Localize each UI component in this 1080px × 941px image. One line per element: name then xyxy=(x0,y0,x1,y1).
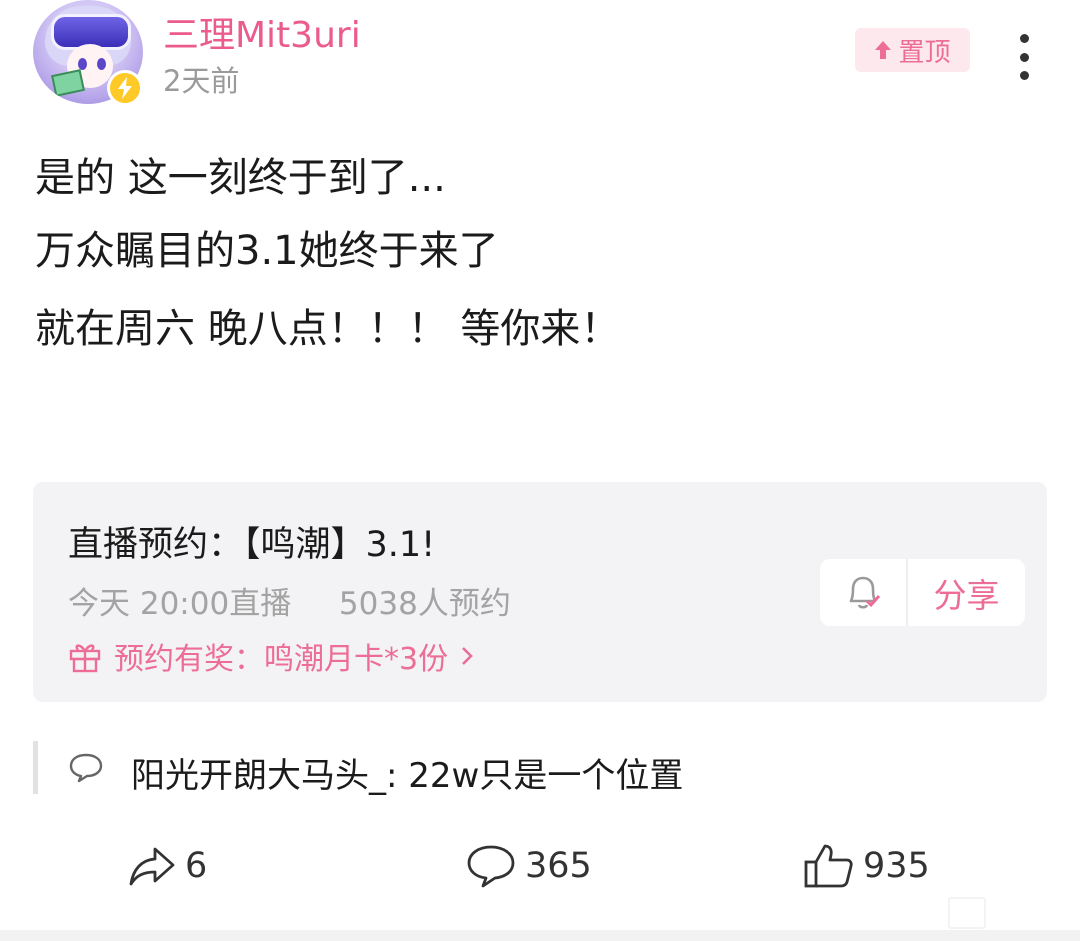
share-stat[interactable]: 6 xyxy=(127,840,207,892)
post-line-3: 就在周六 晚八点！！！ 等你来！ xyxy=(35,306,621,352)
share-button[interactable]: 分享 xyxy=(908,559,1025,626)
like-count: 935 xyxy=(863,846,930,886)
live-meta: 今天 20:00直播 5038人预约 xyxy=(68,578,511,623)
post-line-2: 万众瞩目的3.1她终于来了 xyxy=(35,228,499,274)
gift-icon xyxy=(69,644,101,673)
avatar-card xyxy=(51,69,85,97)
reserve-bell-button[interactable] xyxy=(820,559,906,626)
like-stat[interactable]: 935 xyxy=(803,840,930,892)
share-arrow-icon xyxy=(129,847,175,886)
bell-check-icon xyxy=(849,576,881,609)
reward-link[interactable]: 预约有奖：鸣潮月卡*3份 xyxy=(68,634,474,678)
comment-bubble-icon xyxy=(467,845,515,888)
live-schedule: 今天 20:00直播 xyxy=(68,586,292,622)
like-thumb-icon xyxy=(804,844,853,888)
post-line-1: 是的 这一刻终于到了... xyxy=(35,155,446,201)
reward-text: 预约有奖：鸣潮月卡*3份 xyxy=(114,642,449,677)
comment-stat[interactable]: 365 xyxy=(465,840,592,892)
more-vertical-icon[interactable] xyxy=(1006,34,1042,80)
lightning-badge-icon xyxy=(107,70,143,106)
comment-quote-bar xyxy=(33,741,38,794)
pin-button[interactable]: 置顶 xyxy=(855,28,970,72)
post-time: 2天前 xyxy=(163,64,240,98)
share-count: 6 xyxy=(185,846,208,886)
pin-up-arrow-icon xyxy=(875,41,892,59)
watermark-icon xyxy=(948,897,986,929)
comment-preview-text[interactable]: 阳光开朗大马头_: 22w只是一个位置 xyxy=(131,748,683,797)
comment-count: 365 xyxy=(525,846,592,886)
chevron-right-icon xyxy=(462,647,473,665)
bottom-divider xyxy=(0,930,1080,941)
avatar-eye-right xyxy=(97,58,106,70)
live-action-box: 分享 xyxy=(820,559,1025,626)
live-title: 直播预约：【鸣潮】3.1! xyxy=(68,525,436,565)
live-reservations: 5038人预约 xyxy=(338,586,511,622)
username[interactable]: 三理Mit3uri xyxy=(163,6,361,58)
comment-bubble-icon xyxy=(68,752,104,788)
pin-label: 置顶 xyxy=(898,37,951,68)
